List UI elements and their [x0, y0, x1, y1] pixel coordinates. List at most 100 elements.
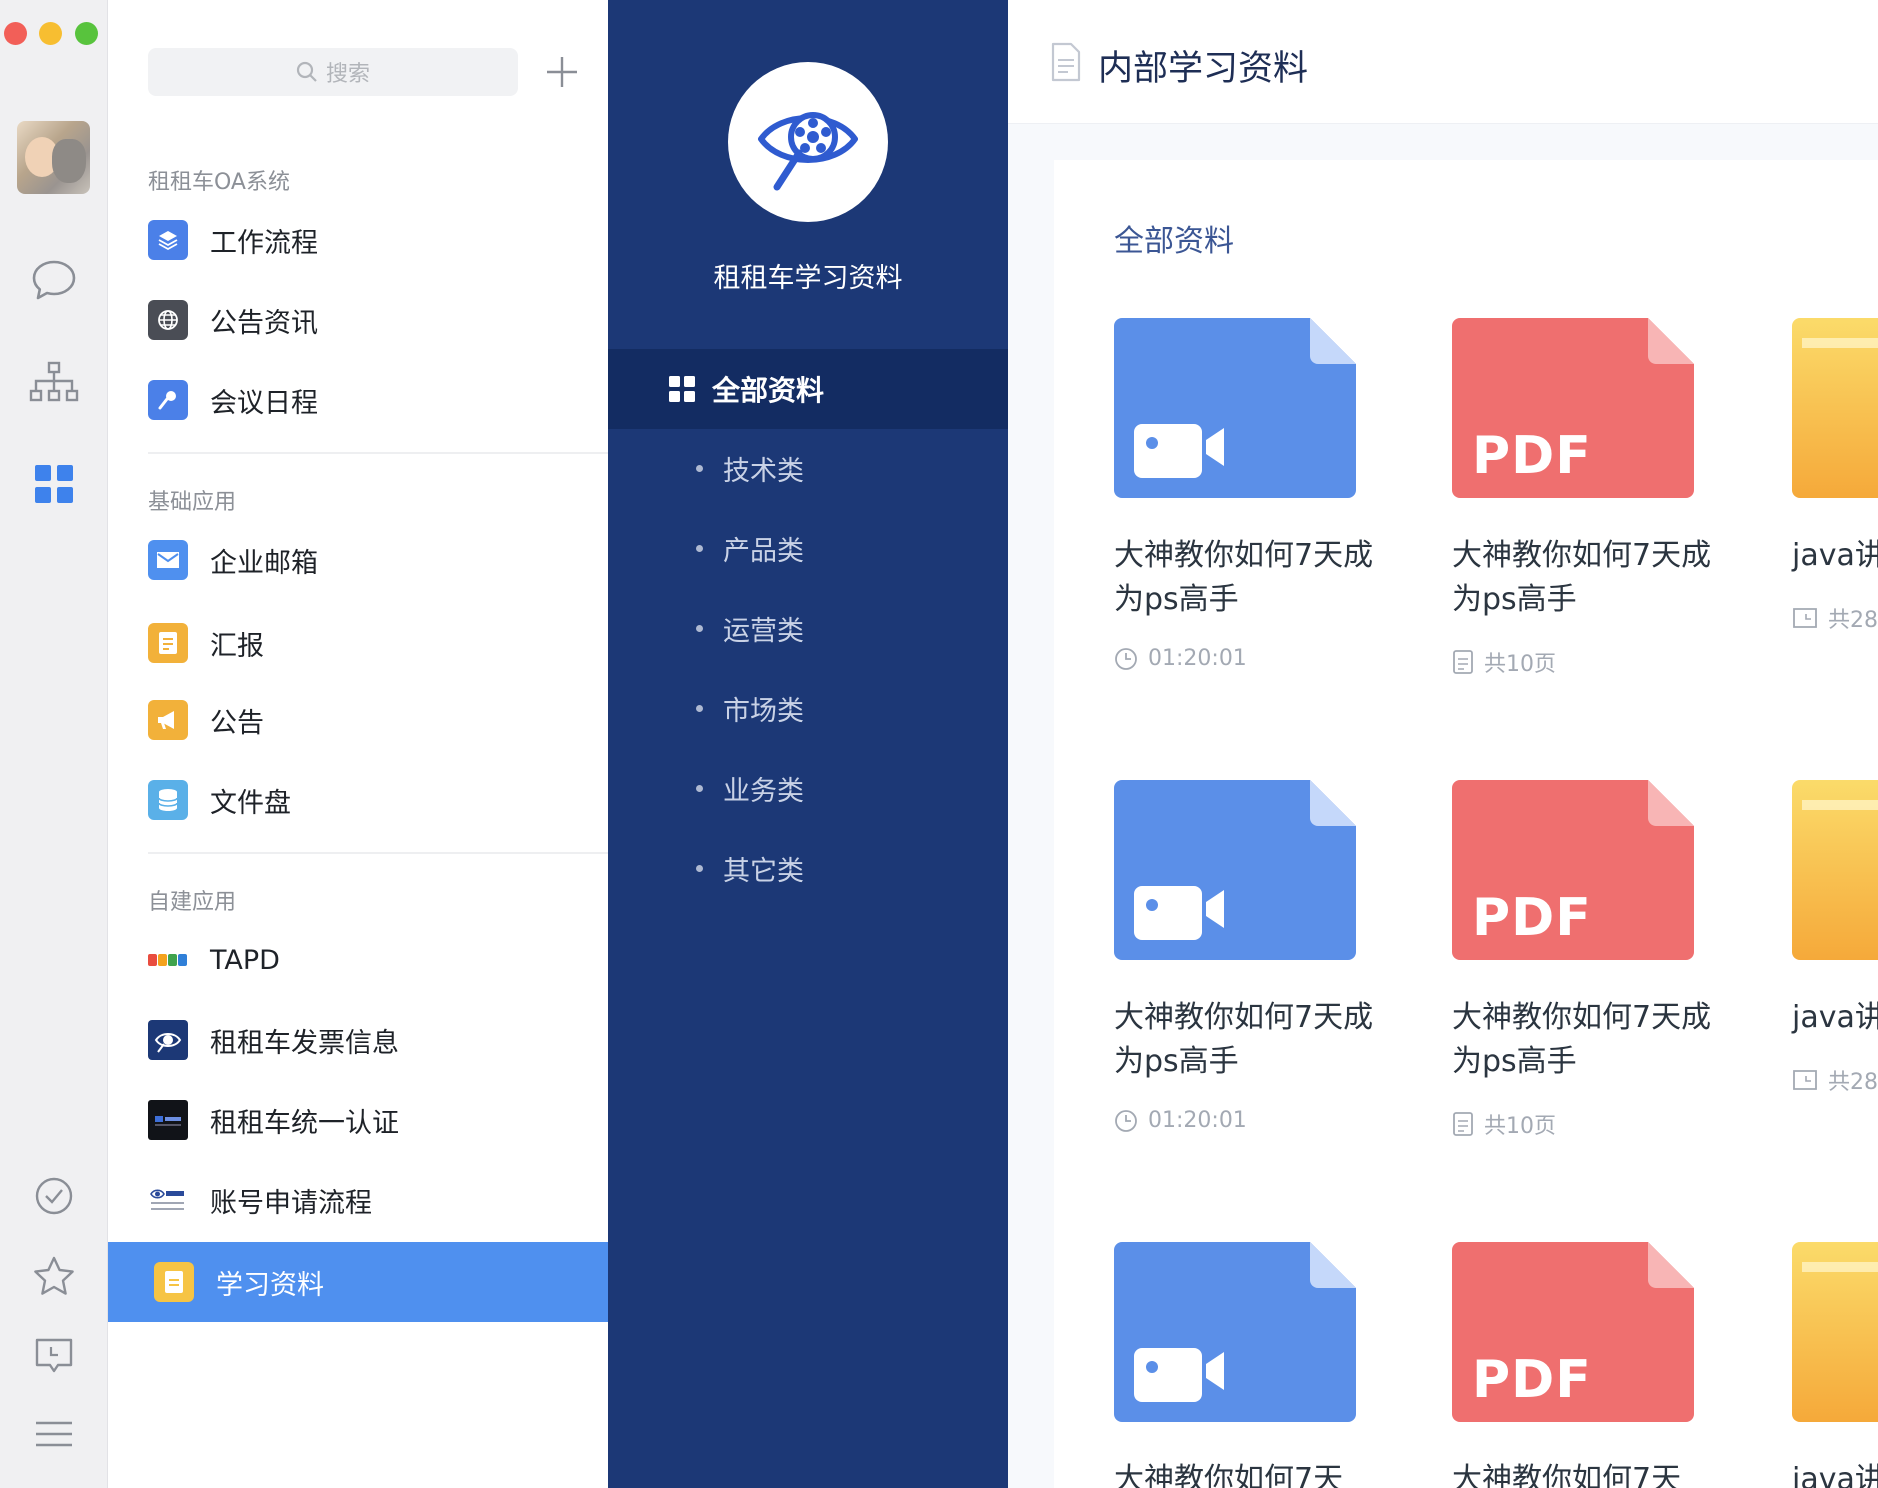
nav-item-product[interactable]: 产品类: [608, 518, 1008, 578]
chat-icon[interactable]: [28, 254, 80, 306]
window-zoom-button[interactable]: [75, 22, 98, 45]
section-title-oa: 租租车OA系统: [148, 170, 290, 195]
material-card-folder[interactable]: java讲共28讲共28: [1792, 780, 1878, 1096]
page-icon: [1453, 1112, 1473, 1136]
lesson-icon: [1793, 608, 1817, 628]
app-item-mail[interactable]: 企业邮箱: [108, 525, 608, 595]
folder-thumbnail-icon: [1792, 318, 1878, 498]
material-card-video[interactable]: 大神教你如何7天成为ps高手 01:20:01: [1114, 318, 1374, 671]
material-meta-text: 共10页: [1484, 1114, 1556, 1139]
add-button[interactable]: [540, 50, 584, 94]
app-item-label: 公告资讯: [210, 307, 318, 339]
app-item-label: 汇报: [210, 630, 264, 662]
nav-item-tech[interactable]: 技术类: [608, 438, 1008, 498]
search-icon: [296, 61, 317, 82]
nav-item-other[interactable]: 其它类: [608, 838, 1008, 898]
document-icon: [1051, 42, 1081, 82]
app-item-label: 租租车发票信息: [210, 1027, 399, 1059]
apps-grid-icon[interactable]: [28, 458, 80, 510]
menu-icon[interactable]: [28, 1408, 80, 1460]
app-item-unified-auth[interactable]: 租租车统一认证: [108, 1085, 608, 1155]
check-icon[interactable]: [28, 1170, 80, 1222]
material-title: java讲共28讲: [1792, 538, 1878, 573]
zuzuche-logo-icon: [148, 1020, 188, 1060]
plus-icon: [547, 57, 577, 87]
material-meta: 01:20:01: [1114, 646, 1374, 671]
material-meta: 01:20:01: [1114, 1108, 1374, 1133]
app-item-file-drive[interactable]: 文件盘: [108, 765, 608, 835]
nav-item-label: 产品类: [723, 535, 804, 567]
category-nav: 租租车学习资料 全部资料 技术类 产品类 运营类 市场类 业务类 其它类: [608, 0, 1008, 1488]
app-item-label: 工作流程: [210, 227, 318, 259]
search-placeholder: 搜索: [325, 62, 370, 87]
user-avatar[interactable]: [17, 121, 90, 194]
material-card-folder[interactable]: java讲共28讲共28: [1792, 318, 1878, 634]
app-item-learning-materials[interactable]: 学习资料: [108, 1242, 608, 1322]
material-card-video[interactable]: 大神教你如何7天成为ps高手 01:20:01: [1114, 780, 1374, 1133]
app-item-notice[interactable]: 公告: [108, 685, 608, 755]
material-title: 大神教你如何7天成为ps高手: [1452, 1000, 1712, 1079]
app-item-account-request[interactable]: 账号申请流程: [108, 1165, 608, 1235]
section-title-custom: 自建应用: [148, 890, 237, 915]
main-header: 内部学习资料: [1008, 0, 1878, 124]
pdf-thumbnail-icon: PDF: [1452, 318, 1694, 498]
material-title: 大神教你如何7天成为ps高手: [1114, 1000, 1374, 1079]
material-meta-text: 共28: [1828, 1070, 1878, 1095]
nav-item-marketing[interactable]: 市场类: [608, 678, 1008, 738]
material-card-pdf[interactable]: PDF 大神教你如何7天成为ps高手共10页: [1452, 318, 1712, 678]
video-thumbnail-icon: [1114, 780, 1356, 960]
app-item-label: 学习资料: [216, 1269, 324, 1301]
search-input[interactable]: 搜索: [148, 48, 518, 96]
material-title: 大神教你如何7天: [1114, 1462, 1344, 1488]
megaphone-icon: [148, 700, 188, 740]
material-title: 大神教你如何7天: [1452, 1462, 1682, 1488]
app-item-report[interactable]: 汇报: [108, 608, 608, 678]
app-item-tapd[interactable]: TAPD: [108, 925, 608, 995]
pdf-label: PDF: [1472, 1350, 1592, 1410]
material-card-folder[interactable]: java讲: [1792, 1242, 1878, 1488]
material-meta-text: 共10页: [1484, 652, 1556, 677]
material-card-pdf[interactable]: PDF 大神教你如何7天成为ps高手 共10页: [1452, 780, 1712, 1140]
nav-item-operations[interactable]: 运营类: [608, 598, 1008, 658]
divider: [148, 452, 608, 454]
section-title: 全部资料: [1114, 224, 1234, 259]
eye-magnifier-logo-icon: [758, 112, 858, 191]
left-rail: [0, 0, 108, 1488]
nav-item-business[interactable]: 业务类: [608, 758, 1008, 818]
app-item-label: 文件盘: [210, 787, 291, 819]
tapd-logo-icon: [148, 940, 188, 980]
app-item-label: 会议日程: [210, 387, 318, 419]
app-item-announcements-news[interactable]: 公告资讯: [108, 285, 608, 355]
nav-item-all[interactable]: 全部资料: [608, 349, 1008, 429]
material-title: 大神教你如何7天成为ps高手: [1452, 538, 1712, 617]
app-item-invoice-info[interactable]: 租租车发票信息: [108, 1005, 608, 1075]
app-item-label: 账号申请流程: [210, 1187, 372, 1219]
window-minimize-button[interactable]: [39, 22, 62, 45]
divider: [148, 852, 608, 854]
app-item-workflow[interactable]: 工作流程: [108, 205, 608, 275]
star-icon[interactable]: [28, 1250, 80, 1302]
main-content: 内部学习资料 全部资料 大神教你如何7天成为ps高手 01:20:01 PDF 大神教…: [1008, 0, 1878, 1488]
material-meta: 共28: [1792, 1064, 1878, 1096]
window-close-button[interactable]: [4, 22, 27, 45]
materials-card: 全部资料 大神教你如何7天成为ps高手 01:20:01 PDF 大神教你如何7天成为…: [1054, 160, 1878, 1488]
pdf-thumbnail-icon: PDF: [1452, 1242, 1694, 1422]
app-item-meeting-schedule[interactable]: 会议日程: [108, 365, 608, 435]
material-card-pdf[interactable]: PDF 大神教你如何7天: [1452, 1242, 1712, 1488]
material-meta: 共10页: [1452, 646, 1712, 678]
globe-icon: [148, 300, 188, 340]
org-chart-icon[interactable]: [28, 356, 80, 408]
app-window: 搜索 租租车OA系统 工作流程 公告资讯 会议日程 基础应用 企业邮箱 汇报 公…: [0, 0, 1878, 1488]
pdf-label: PDF: [1472, 426, 1592, 486]
material-card-video[interactable]: 大神教你如何7天: [1114, 1242, 1374, 1488]
mail-icon: [148, 540, 188, 580]
video-thumbnail-icon: [1114, 318, 1356, 498]
nav-item-label: 全部资料: [712, 374, 825, 407]
zuzuche-dark-logo-icon: [148, 1100, 188, 1140]
feedback-icon[interactable]: [28, 1330, 80, 1382]
material-title: 大神教你如何7天成为ps高手: [1114, 538, 1374, 617]
lesson-icon: [1793, 1070, 1817, 1090]
nav-item-label: 运营类: [723, 615, 804, 647]
material-meta: 共28: [1792, 602, 1878, 634]
report-icon: [148, 623, 188, 663]
